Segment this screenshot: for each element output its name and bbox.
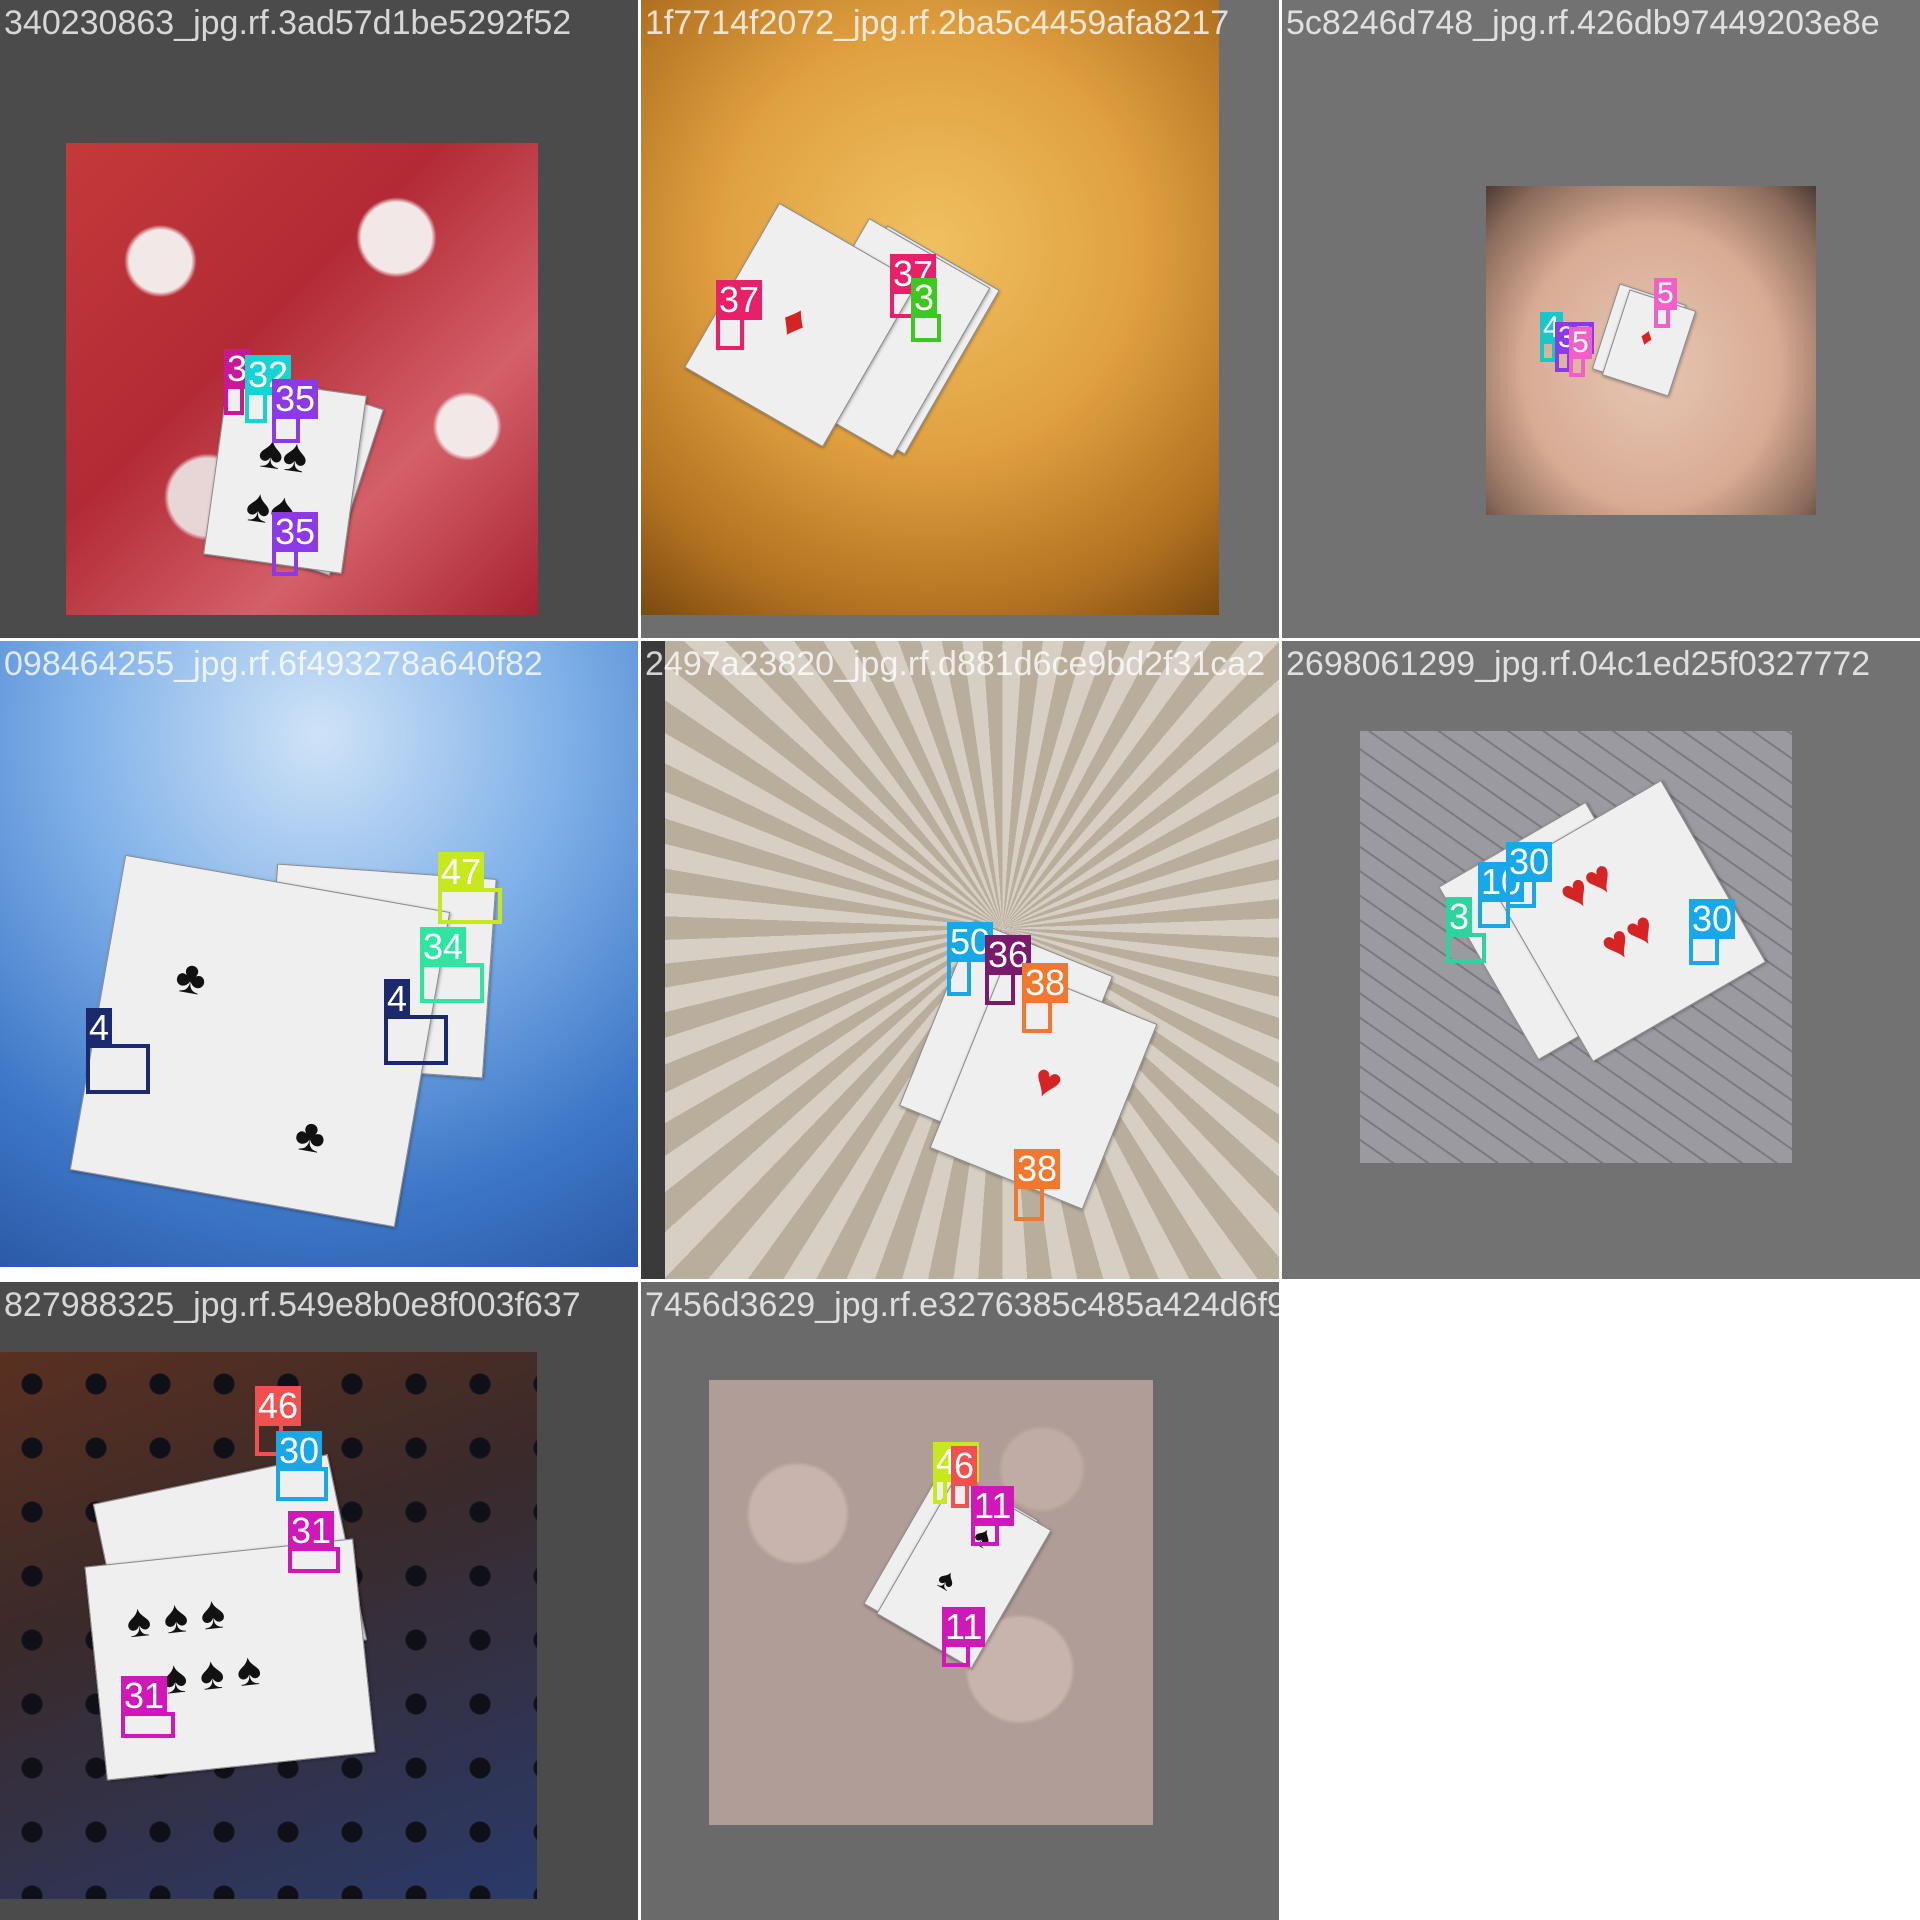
detection-label: 11 — [942, 1607, 986, 1647]
detection-box: 30 — [1506, 842, 1553, 908]
mosaic-tile-5[interactable]: 2497a23820_jpg.rf.d881d6ce9bd2f31ca2 ♥ 5… — [641, 641, 1279, 1279]
detection-box: 31 — [288, 1511, 340, 1573]
detection-box: 11 — [971, 1486, 1015, 1546]
detection-label: 30 — [1506, 842, 1553, 882]
detection-label: 46 — [255, 1386, 302, 1426]
detection-box: 4 — [1540, 312, 1563, 362]
mosaic-tile-4[interactable]: 098464255_jpg.rf.6f493278a640f82 ♣ ♣ 47 … — [0, 641, 638, 1279]
detection-box: 30 — [1689, 899, 1736, 965]
playing-card: ♠ ♠ ♠ ♠ ♠ ♠ — [84, 1538, 376, 1781]
tile-filename: 2698061299_jpg.rf.04c1ed25f0327772 — [1286, 645, 1871, 683]
detection-box: 47 — [933, 1442, 980, 1504]
diamond-pip-icon: ♦ — [1636, 322, 1657, 353]
detection-label: 38 — [1014, 1149, 1061, 1189]
detection-label: 30 — [276, 1431, 323, 1471]
mosaic-tile-2[interactable]: 1f7714f2072_jpg.rf.2ba5c4459afa8217 ♦ 37… — [641, 0, 1279, 638]
detection-label: 38 — [1022, 963, 1069, 1003]
detection-box: 38 — [1014, 1149, 1061, 1221]
detection-box: 30 — [276, 1431, 328, 1501]
mosaic-tile-6[interactable]: 2698061299_jpg.rf.04c1ed25f0327772 ♥♥ ♥♥… — [1282, 641, 1920, 1279]
detection-label: 34 — [420, 927, 467, 967]
detection-label: 4 — [86, 1008, 113, 1048]
mosaic-tile-1[interactable]: 340230863_jpg.rf.3ad57d1be5292f52 ♠♠ ♠♠ … — [0, 0, 638, 638]
spade-pip-icon: ♠ ♠ ♠ — [123, 1585, 228, 1648]
heart-pip-icon: ♥ — [1025, 1052, 1071, 1111]
mosaic-tile-7[interactable]: 827988325_jpg.rf.549e8b0e8f003f637 ♠ ♠ ♠… — [0, 1282, 638, 1920]
detection-label: 30 — [1689, 899, 1736, 939]
detection-label: 4 — [384, 979, 411, 1019]
detection-label: 35 — [272, 512, 319, 552]
tile-filename: 340230863_jpg.rf.3ad57d1be5292f52 — [4, 4, 572, 42]
diamond-pip-icon: ♦ — [772, 292, 819, 349]
club-pip-icon: ♣ — [171, 948, 211, 1006]
detection-label: 31 — [288, 1511, 335, 1551]
detection-box: 34 — [420, 927, 484, 1003]
mosaic-tile-3[interactable]: 5c8246d748_jpg.rf.426db97449203e8e ♦ 4 3… — [1282, 0, 1920, 638]
detection-box: 50 — [947, 922, 994, 996]
detection-box: 5 — [1569, 327, 1592, 377]
detection-box: 5 — [1654, 278, 1677, 328]
detection-label: 5 — [1654, 278, 1677, 310]
heart-pip-icon: ♥♥ — [1550, 849, 1624, 922]
detection-label: 11 — [971, 1486, 1015, 1526]
detection-label: 6 — [951, 1446, 978, 1486]
detection-box: 47 — [438, 852, 502, 924]
tile-filename: 098464255_jpg.rf.6f493278a640f82 — [4, 645, 543, 683]
detection-label: 3 — [911, 278, 938, 318]
tile-filename: 2497a23820_jpg.rf.d881d6ce9bd2f31ca2 — [645, 645, 1266, 683]
detection-label: 5 — [1569, 327, 1592, 359]
detection-box: 32 — [245, 355, 292, 423]
detection-box: 38 — [1022, 963, 1069, 1033]
detection-label: 3 — [1446, 897, 1473, 937]
spade-pip-icon: ♠ ♠ ♠ — [159, 1641, 264, 1705]
detection-box: 31 — [121, 1676, 175, 1738]
tile-filename: 5c8246d748_jpg.rf.426db97449203e8e — [1286, 4, 1880, 42]
detection-box: 3 — [1446, 897, 1486, 963]
detection-box: 37 — [716, 280, 763, 350]
detection-box: 35 — [272, 379, 319, 443]
spade-pip-icon: ♠ — [931, 1561, 962, 1599]
detection-label: 47 — [438, 852, 485, 892]
tile-filename: 827988325_jpg.rf.549e8b0e8f003f637 — [4, 1286, 581, 1324]
detection-label: 37 — [716, 280, 763, 320]
detection-label: 31 — [121, 1676, 168, 1716]
detection-box: 3 — [224, 349, 251, 415]
tile-filename: 1f7714f2072_jpg.rf.2ba5c4459afa8217 — [645, 4, 1230, 42]
tile-filename: 7456d3629_jpg.rf.e3276385c485a424d6f9b66 — [645, 1286, 1343, 1324]
detection-box: 4 — [384, 979, 448, 1065]
detection-box: 11 — [942, 1607, 986, 1667]
detection-label: 35 — [272, 379, 319, 419]
detection-box: 3 — [911, 278, 941, 342]
detection-box: 4 — [86, 1008, 150, 1094]
detection-box: 36 — [985, 935, 1032, 1005]
detection-box: 6 — [951, 1446, 978, 1508]
club-pip-icon: ♣ — [291, 1106, 330, 1164]
mosaic-tile-8[interactable]: 7456d3629_jpg.rf.e3276385c485a424d6f9b66… — [641, 1282, 1343, 1920]
heart-pip-icon: ♥♥ — [1591, 900, 1665, 973]
detection-box: 35 — [272, 512, 319, 576]
